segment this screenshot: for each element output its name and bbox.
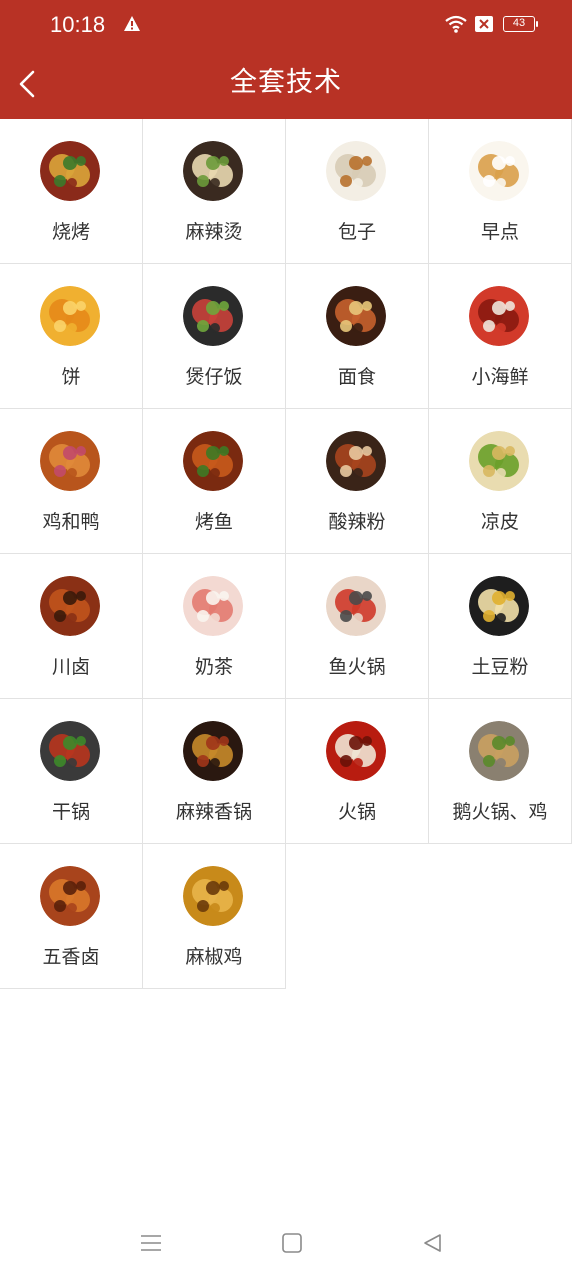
category-label: 五香卤 [42, 946, 100, 968]
category-item-hotpot[interactable]: 火锅 [286, 699, 429, 844]
category-label: 麻椒鸡 [185, 946, 243, 968]
category-item-milk-tea[interactable]: 奶茶 [143, 554, 286, 699]
hotpot-image [326, 721, 386, 781]
grilled-fish-image [183, 431, 243, 491]
category-label: 早点 [480, 221, 519, 243]
bbq-skewers-image [40, 141, 100, 201]
category-label: 酸辣粉 [328, 511, 386, 533]
page-title: 全套技术 [230, 67, 342, 98]
category-item-braised-goose[interactable]: 川卤 [0, 554, 143, 699]
category-item-pancake[interactable]: 饼 [0, 264, 143, 409]
no-sim-icon [475, 16, 493, 32]
category-label: 麻辣香锅 [175, 801, 252, 823]
category-label: 川卤 [51, 656, 90, 678]
category-item-noodles[interactable]: 面食 [286, 264, 429, 409]
steamed-buns-image [326, 141, 386, 201]
category-label: 火锅 [337, 801, 376, 823]
cold-noodles-image [469, 431, 529, 491]
category-item-breakfast-fritters-soymilk[interactable]: 早点 [429, 119, 572, 264]
battery-level: 43 [512, 17, 526, 29]
dry-pot-image [40, 721, 100, 781]
category-item-potato-noodles[interactable]: 土豆粉 [429, 554, 572, 699]
category-label: 包子 [337, 221, 376, 243]
category-label: 麻辣烫 [185, 221, 243, 243]
menu-icon [141, 1235, 161, 1251]
category-label: 鹅火锅、鸡 [452, 801, 548, 823]
category-label: 奶茶 [194, 656, 233, 678]
back-triangle-icon [424, 1234, 441, 1252]
category-label: 小海鲜 [471, 366, 529, 388]
category-label: 煲仔饭 [185, 366, 243, 388]
battery-indicator: 43 [503, 16, 538, 32]
back-button[interactable] [8, 62, 52, 106]
category-label: 凉皮 [480, 511, 519, 533]
system-nav-bar [0, 1210, 572, 1280]
fish-hotpot-image [326, 576, 386, 636]
spiced-braised-meat-image [40, 866, 100, 926]
category-item-crayfish[interactable]: 小海鲜 [429, 264, 572, 409]
pepper-chicken-image [183, 866, 243, 926]
category-item-steamed-buns[interactable]: 包子 [286, 119, 429, 264]
category-label: 鱼火锅 [328, 656, 386, 678]
noodles-image [326, 286, 386, 346]
home-nav-button[interactable] [277, 1228, 307, 1258]
claypot-rice-image [183, 286, 243, 346]
hot-sour-noodles-image [326, 431, 386, 491]
spicy-stir-pot-image [183, 721, 243, 781]
wifi-icon [444, 14, 468, 34]
category-label: 面食 [337, 366, 376, 388]
category-item-spicy-stir-pot[interactable]: 麻辣香锅 [143, 699, 286, 844]
category-item-pepper-chicken[interactable]: 麻椒鸡 [143, 844, 286, 989]
category-item-malatang-platter[interactable]: 麻辣烫 [143, 119, 286, 264]
crayfish-image [469, 286, 529, 346]
category-item-bbq-skewers[interactable]: 烧烤 [0, 119, 143, 264]
category-label: 鸡和鸭 [42, 511, 100, 533]
braised-goose-image [40, 576, 100, 636]
category-item-hot-sour-noodles[interactable]: 酸辣粉 [286, 409, 429, 554]
potato-noodles-image [469, 576, 529, 636]
malatang-platter-image [183, 141, 243, 201]
category-item-fish-hotpot[interactable]: 鱼火锅 [286, 554, 429, 699]
category-label: 干锅 [51, 801, 90, 823]
roast-duck-image [40, 431, 100, 491]
status-bar: 10:18 43 [0, 0, 572, 52]
category-item-grilled-fish[interactable]: 烤鱼 [143, 409, 286, 554]
category-label: 烤鱼 [194, 511, 233, 533]
goose-hotpot-image [469, 721, 529, 781]
chevron-left-icon [19, 70, 35, 98]
app-bar: 全套技术 [0, 52, 572, 119]
category-label: 烧烤 [51, 221, 90, 243]
category-item-goose-hotpot[interactable]: 鹅火锅、鸡 [429, 699, 572, 844]
home-square-icon [282, 1233, 302, 1253]
back-nav-button[interactable] [418, 1228, 448, 1258]
category-item-dry-pot[interactable]: 干锅 [0, 699, 143, 844]
status-time: 10:18 [50, 12, 106, 37]
menu-nav-button[interactable] [136, 1228, 166, 1258]
category-label: 饼 [61, 366, 81, 388]
category-label: 土豆粉 [471, 656, 529, 678]
category-item-roast-duck[interactable]: 鸡和鸭 [0, 409, 143, 554]
pancake-image [40, 286, 100, 346]
category-item-spiced-braised-meat[interactable]: 五香卤 [0, 844, 143, 989]
warning-icon [123, 15, 141, 33]
milk-tea-image [183, 576, 243, 636]
breakfast-fritters-soymilk-image [469, 141, 529, 201]
category-item-claypot-rice[interactable]: 煲仔饭 [143, 264, 286, 409]
category-item-cold-noodles[interactable]: 凉皮 [429, 409, 572, 554]
